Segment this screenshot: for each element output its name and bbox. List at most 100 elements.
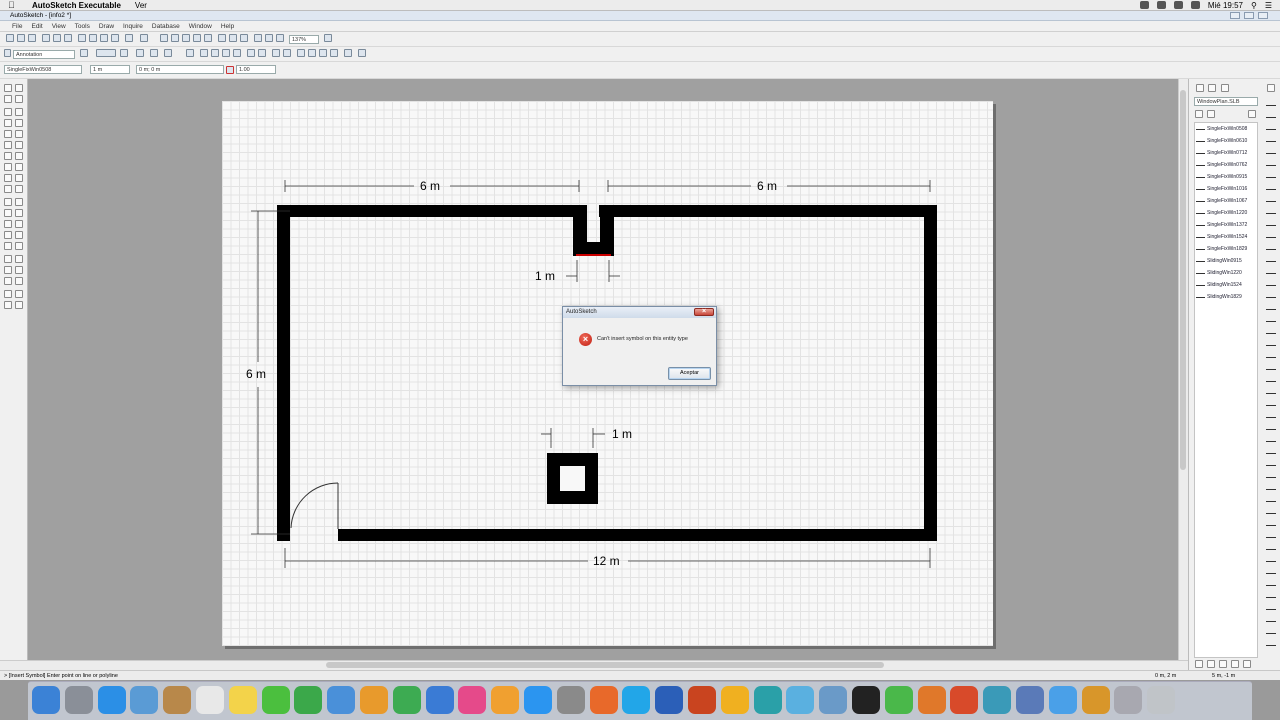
ibooks-icon[interactable]	[491, 686, 520, 714]
panel-footer-icon-1[interactable]	[1195, 660, 1203, 668]
panel-tab-layers-icon[interactable]	[1221, 84, 1229, 92]
style-swatch[interactable]	[1266, 448, 1276, 454]
style-swatch[interactable]	[1266, 400, 1276, 406]
notes-icon[interactable]	[228, 686, 257, 714]
symbol-item[interactable]: SingleFixWin0915	[1196, 172, 1247, 182]
symbol-item[interactable]: SingleFixWin1372	[1196, 220, 1247, 230]
library-view-icon[interactable]	[1207, 110, 1215, 118]
style-swatch[interactable]	[1266, 508, 1276, 514]
skype-icon[interactable]	[622, 686, 651, 714]
style-swatch[interactable]	[1266, 340, 1276, 346]
style-swatch[interactable]	[1266, 160, 1276, 166]
keynote-icon[interactable]	[425, 686, 454, 714]
style-swatch[interactable]	[1266, 148, 1276, 154]
symbol-item[interactable]: SingleFixWin1829	[1196, 244, 1247, 254]
pages-icon[interactable]	[360, 686, 388, 714]
style-swatch[interactable]	[1266, 100, 1276, 106]
style-swatch[interactable]	[1266, 136, 1276, 142]
style-swatch[interactable]	[1266, 640, 1276, 646]
style-swatch[interactable]	[1266, 112, 1276, 118]
style-swatch[interactable]	[1266, 352, 1276, 358]
symbol-item[interactable]: SingleFixWin1524	[1196, 232, 1247, 242]
style-swatch[interactable]	[1266, 268, 1276, 274]
trash-icon[interactable]	[1147, 686, 1176, 714]
open-library-icon[interactable]	[1195, 110, 1203, 118]
style-swatch[interactable]	[1266, 328, 1276, 334]
itunes-icon[interactable]	[458, 686, 487, 714]
archive-icon[interactable]	[819, 686, 848, 714]
symbol-item[interactable]: SingleFixWin0508	[1196, 124, 1247, 134]
symbol-item[interactable]: SingleFixWin0712	[1196, 148, 1247, 158]
mail-icon[interactable]	[327, 686, 356, 714]
style-strip-settings-icon[interactable]	[1267, 84, 1275, 92]
utility-icon[interactable]	[786, 686, 815, 714]
dialog-close-icon[interactable]: ×	[694, 308, 714, 316]
panel-tab-library-icon[interactable]	[1208, 84, 1216, 92]
style-swatch[interactable]	[1266, 256, 1276, 262]
firefox-icon[interactable]	[589, 686, 618, 714]
symbol-item[interactable]: SlidingWin1220	[1196, 268, 1242, 278]
style-swatch[interactable]	[1266, 292, 1276, 298]
ok-button[interactable]: Aceptar	[668, 367, 711, 380]
style-swatch[interactable]	[1266, 532, 1276, 538]
library-options-icon[interactable]	[1248, 110, 1256, 118]
style-swatch[interactable]	[1266, 232, 1276, 238]
chrome-icon[interactable]	[753, 686, 782, 714]
office-icon[interactable]	[950, 686, 979, 714]
style-swatch[interactable]	[1266, 472, 1276, 478]
panel-footer-icon-5[interactable]	[1243, 660, 1251, 668]
style-swatch[interactable]	[1266, 220, 1276, 226]
contacts-icon[interactable]	[163, 686, 192, 714]
symbol-item[interactable]: SingleFixWin0762	[1196, 160, 1247, 170]
style-swatch[interactable]	[1266, 208, 1276, 214]
numbers-icon[interactable]	[392, 686, 421, 714]
style-swatch[interactable]	[1266, 544, 1276, 550]
outlook-icon[interactable]	[720, 686, 749, 714]
style-swatch[interactable]	[1266, 424, 1276, 430]
vertical-scroll-thumb[interactable]	[1180, 90, 1186, 470]
panel-footer-icon-4[interactable]	[1231, 660, 1239, 668]
downloads-icon[interactable]	[1114, 686, 1143, 714]
symbol-item[interactable]: SlidingWin0915	[1196, 256, 1242, 266]
launchpad-icon[interactable]	[64, 686, 93, 714]
recycle-icon[interactable]	[884, 686, 913, 714]
style-swatch[interactable]	[1266, 496, 1276, 502]
symbol-item[interactable]: SingleFixWin1067	[1196, 196, 1247, 206]
style-swatch[interactable]	[1266, 628, 1276, 634]
style-swatch[interactable]	[1266, 436, 1276, 442]
style-swatch[interactable]	[1266, 196, 1276, 202]
powerpoint-icon[interactable]	[688, 686, 716, 714]
style-swatch[interactable]	[1266, 568, 1276, 574]
panel-tab-symbols-icon[interactable]	[1196, 84, 1204, 92]
box-icon[interactable]	[1081, 686, 1110, 714]
safari-icon[interactable]	[97, 686, 126, 714]
sublime-icon[interactable]	[917, 686, 946, 714]
style-swatch[interactable]	[1266, 244, 1276, 250]
style-swatch[interactable]	[1266, 460, 1276, 466]
messages-icon[interactable]	[261, 686, 290, 714]
style-swatch[interactable]	[1266, 124, 1276, 130]
style-swatch[interactable]	[1266, 364, 1276, 370]
style-swatch[interactable]	[1266, 616, 1276, 622]
preview-icon[interactable]	[130, 686, 159, 714]
style-swatch[interactable]	[1266, 604, 1276, 610]
panel-footer-icon-3[interactable]	[1219, 660, 1227, 668]
symbol-item[interactable]: SingleFixWin1220	[1196, 208, 1247, 218]
style-swatch[interactable]	[1266, 412, 1276, 418]
word-icon[interactable]	[655, 686, 684, 714]
style-swatch[interactable]	[1266, 376, 1276, 382]
symbol-item[interactable]: SlidingWin1524	[1196, 280, 1242, 290]
style-swatch[interactable]	[1266, 316, 1276, 322]
style-swatch[interactable]	[1266, 520, 1276, 526]
terminal-icon[interactable]	[852, 686, 880, 714]
symbol-item[interactable]: SingleFixWin1016	[1196, 184, 1247, 194]
style-swatch[interactable]	[1266, 388, 1276, 394]
system-preferences-icon[interactable]	[556, 686, 585, 714]
finder-icon[interactable]	[32, 686, 60, 714]
style-swatch[interactable]	[1266, 592, 1276, 598]
style-swatch[interactable]	[1266, 556, 1276, 562]
style-swatch[interactable]	[1266, 484, 1276, 490]
panel-footer-icon-2[interactable]	[1207, 660, 1215, 668]
symbol-item[interactable]: SlidingWin1829	[1196, 292, 1242, 302]
photos-icon[interactable]	[1016, 686, 1044, 714]
